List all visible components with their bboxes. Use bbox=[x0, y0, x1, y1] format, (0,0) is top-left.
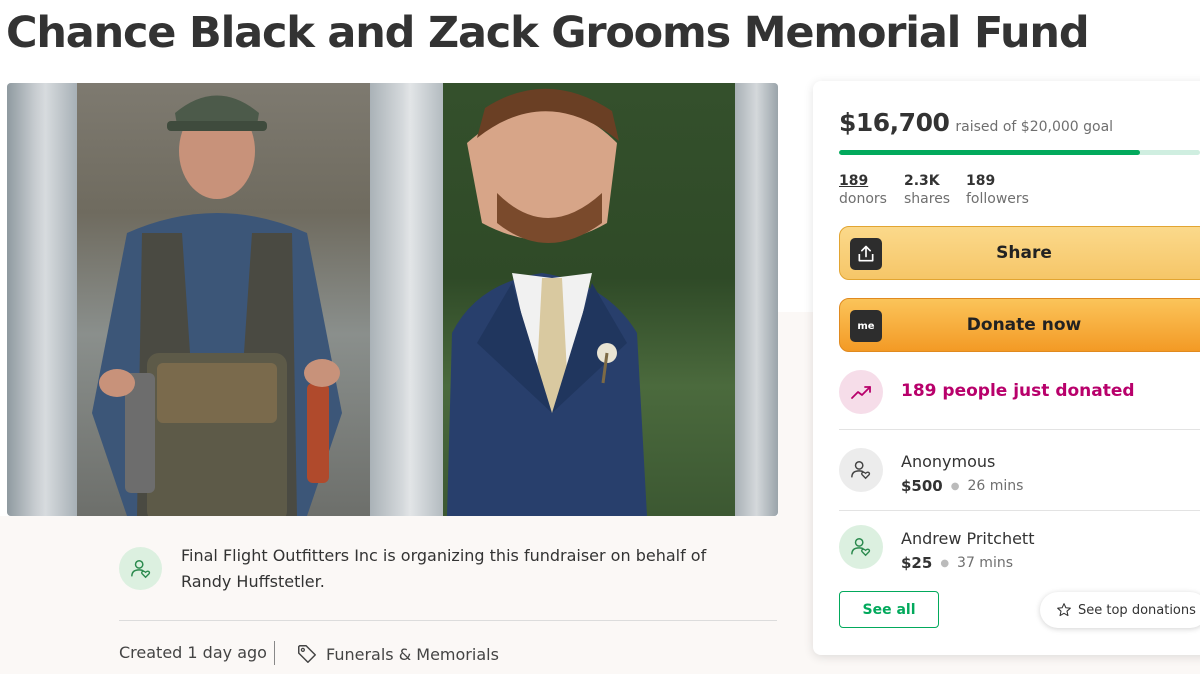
stat-shares: 2.3K shares bbox=[904, 172, 950, 208]
donate-now-button[interactable]: me Donate now bbox=[839, 298, 1200, 352]
trending-badge bbox=[839, 370, 883, 414]
stat-followers: 189 followers bbox=[966, 172, 1029, 208]
donor-avatar bbox=[839, 525, 883, 569]
donate-icon-text: me bbox=[857, 320, 875, 332]
shares-count: 2.3K bbox=[904, 173, 940, 189]
share-label: Share bbox=[996, 243, 1052, 263]
star-outline-icon bbox=[1057, 603, 1071, 617]
donation-time: 26 mins bbox=[967, 478, 1024, 494]
see-top-donations-button[interactable]: See top donations bbox=[1040, 592, 1200, 628]
donation-amount: $500 bbox=[901, 477, 943, 495]
donor-name: Anonymous bbox=[901, 452, 996, 471]
share-button[interactable]: Share bbox=[839, 226, 1200, 280]
category-label: Funerals & Memorials bbox=[326, 644, 499, 664]
progress-fill bbox=[839, 150, 1141, 155]
donors-label: donors bbox=[839, 191, 887, 207]
portrait-illustration bbox=[92, 88, 647, 516]
page-title: Chance Black and Zack Grooms Memorial Fu… bbox=[6, 8, 1090, 58]
recent-donations-count: 189 people just donated bbox=[901, 381, 1135, 401]
donation-time: 37 mins bbox=[957, 555, 1014, 571]
see-all-button[interactable]: See all bbox=[839, 591, 939, 628]
see-top-label: See top donations bbox=[1078, 602, 1196, 618]
organizer-avatar bbox=[119, 547, 162, 590]
tag-icon bbox=[298, 645, 316, 663]
donor-name: Andrew Pritchett bbox=[901, 529, 1035, 548]
gofundme-logo-icon: me bbox=[850, 310, 882, 342]
donor-avatar bbox=[839, 448, 883, 492]
stat-donors[interactable]: 189 donors bbox=[839, 172, 887, 208]
followers-label: followers bbox=[966, 191, 1029, 207]
progress-bar bbox=[839, 150, 1200, 155]
separator-dot: ● bbox=[950, 480, 960, 492]
shares-label: shares bbox=[904, 191, 951, 207]
donation-amount: $25 bbox=[901, 554, 933, 572]
meta-separator bbox=[274, 641, 275, 665]
created-date: Created 1 day ago bbox=[119, 643, 267, 662]
trending-up-icon bbox=[851, 386, 871, 399]
donors-count: 189 bbox=[839, 173, 869, 189]
separator-dot: ● bbox=[940, 557, 950, 569]
hero-photo bbox=[7, 83, 778, 516]
category-link[interactable]: Funerals & Memorials bbox=[296, 643, 499, 665]
divider-2 bbox=[839, 510, 1200, 511]
share-upload-icon bbox=[850, 238, 882, 270]
donation-detail: $25 ● 37 mins bbox=[901, 554, 1013, 572]
goal-text: raised of $20,000 goal bbox=[955, 119, 1114, 135]
raised-summary: $16,700 raised of $20,000 goal bbox=[839, 108, 1113, 137]
donate-label: Donate now bbox=[966, 315, 1082, 335]
raised-amount: $16,700 bbox=[839, 108, 950, 137]
user-heart-icon bbox=[130, 559, 150, 578]
followers-count: 189 bbox=[966, 173, 996, 189]
donation-detail: $500 ● 26 mins bbox=[901, 477, 1023, 495]
divider-1 bbox=[839, 429, 1200, 430]
user-heart-icon bbox=[851, 538, 871, 557]
organizer-description: Final Flight Outfitters Inc is organizin… bbox=[181, 546, 707, 591]
user-heart-icon bbox=[851, 461, 871, 480]
organizer-divider bbox=[119, 620, 777, 621]
